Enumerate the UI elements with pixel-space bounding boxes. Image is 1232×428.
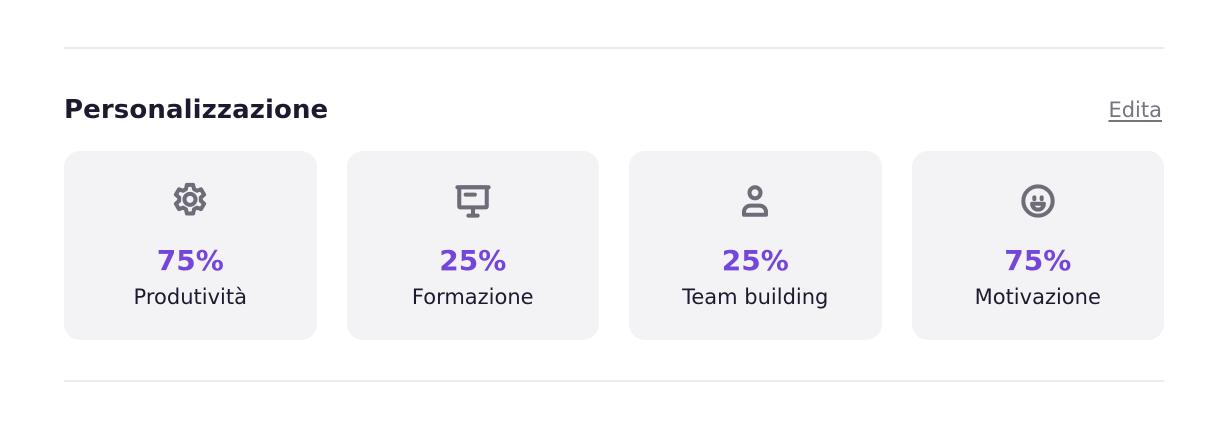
category-cards: 75% Produtività 25% Formazione 25% Team …	[64, 151, 1164, 340]
top-divider	[64, 47, 1164, 49]
person-icon	[733, 179, 777, 223]
card-label: Motivazione	[974, 285, 1101, 309]
card-motivation[interactable]: 75% Motivazione	[911, 151, 1164, 340]
card-team-building[interactable]: 25% Team building	[629, 151, 882, 340]
card-value: 75%	[1004, 244, 1072, 277]
personalization-section: Personalizzazione Edita 75% Produtività	[0, 0, 1232, 428]
section-title: Personalizzazione	[64, 95, 329, 125]
card-value: 25%	[721, 244, 789, 277]
card-value: 75%	[156, 244, 224, 277]
card-label: Team building	[682, 285, 829, 309]
bottom-divider	[64, 380, 1164, 382]
gear-icon	[168, 179, 212, 223]
smiley-face-icon	[1016, 179, 1060, 223]
presentation-board-icon	[451, 179, 495, 223]
edit-link[interactable]: Edita	[1108, 98, 1162, 122]
card-productivity[interactable]: 75% Produtività	[64, 151, 317, 340]
card-value: 25%	[439, 244, 507, 277]
card-label: Formazione	[411, 285, 534, 309]
card-training[interactable]: 25% Formazione	[346, 151, 599, 340]
section-header: Personalizzazione Edita	[64, 90, 1164, 130]
card-label: Produtività	[133, 285, 247, 309]
